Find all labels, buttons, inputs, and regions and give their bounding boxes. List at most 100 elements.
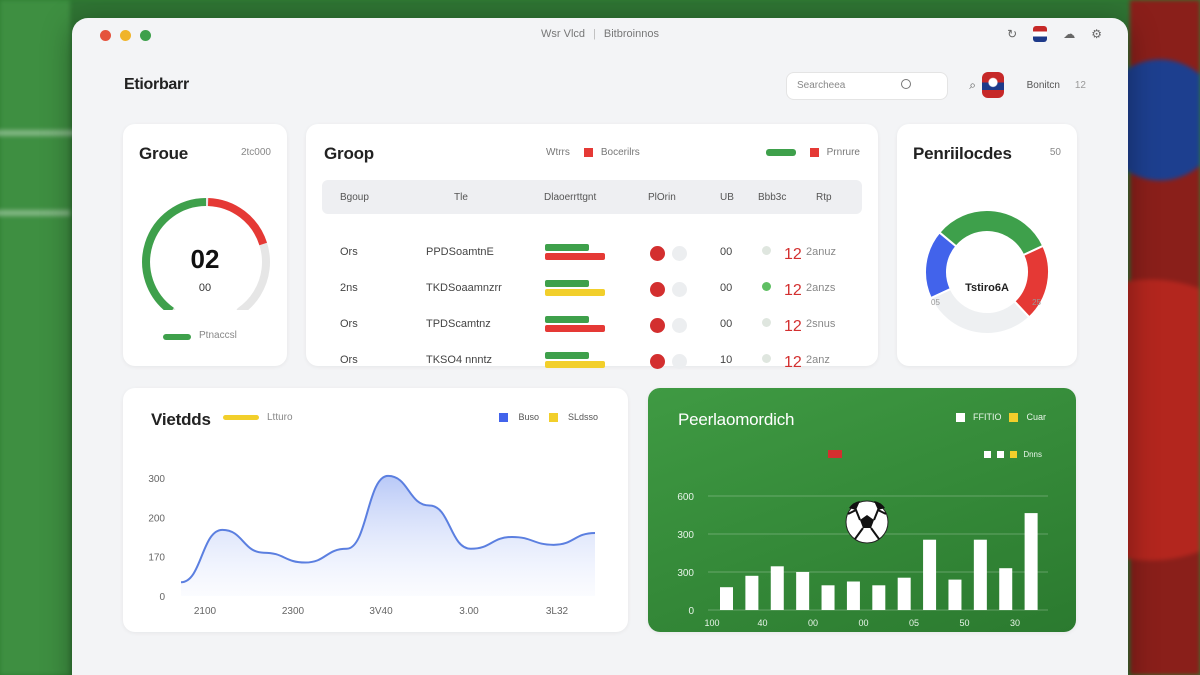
- cloud-icon[interactable]: ☁: [1063, 27, 1075, 41]
- table-row[interactable]: Ors PPDSoamtnE 00 12 2anuz: [322, 234, 862, 270]
- col-header[interactable]: PlOrin: [648, 192, 676, 203]
- legend-blue-swatch: [499, 412, 509, 422]
- legend-blue-label: Buso: [518, 412, 539, 422]
- table-row[interactable]: Ors TPDScamtnz 00 12 2snus: [322, 306, 862, 342]
- y-tick-label: 170: [148, 553, 165, 564]
- bar[interactable]: [872, 585, 886, 610]
- y-tick-label: 600: [677, 492, 694, 503]
- cell-value: 00: [720, 282, 733, 294]
- line-legend-left: Ltturo: [223, 412, 293, 423]
- donut-card-title: Penriilocdes: [913, 144, 1012, 163]
- donut-right-label: 25: [1032, 298, 1041, 307]
- red-marker: [828, 450, 842, 458]
- donut-card: Penriilocdes 50 Tstiro6A 05 25: [897, 124, 1077, 366]
- cell-group: 2ns: [340, 282, 358, 294]
- legend-red-swatch: [809, 148, 819, 157]
- donut-center-label: Tstiro6A: [965, 282, 1009, 294]
- col-header[interactable]: Tle: [454, 192, 468, 203]
- bar[interactable]: [796, 572, 810, 610]
- donut-card-subtitle: 50: [1049, 147, 1061, 158]
- col-header[interactable]: Dlaoerrttgnt: [544, 192, 596, 203]
- status-dot: [762, 354, 771, 363]
- cell-bars: [545, 280, 607, 298]
- app-header: Etiorbarr Searcheea ⌕ Bonitcn 12: [124, 72, 1088, 104]
- gauge-card: Groue 2tc000 02 00 Ptnaccsl: [123, 124, 287, 366]
- legend-white-swatch: [955, 412, 965, 422]
- status-dot-empty: [672, 246, 687, 261]
- window-title-left: Wsr Vlcd: [541, 28, 586, 40]
- col-header[interactable]: Rtp: [816, 192, 832, 203]
- y-tick-label: 300: [148, 474, 165, 485]
- y-tick-label: 300: [677, 568, 694, 579]
- donut-chart: [924, 209, 1050, 335]
- bar[interactable]: [745, 575, 759, 610]
- bar[interactable]: [720, 587, 733, 610]
- cell-group: Ors: [340, 354, 358, 366]
- cell-score: 12: [784, 282, 802, 299]
- app-window: Wsr Vlcd | Bitbroinnos ↻ ☁ ⚙ Etiorbarr Sea…: [72, 18, 1128, 675]
- bar[interactable]: [973, 539, 987, 610]
- x-tick-label: 2300: [282, 606, 305, 617]
- soccer-ball-icon: [845, 500, 889, 544]
- col-header[interactable]: Bgoup: [340, 192, 369, 203]
- username[interactable]: Bonitcn: [1027, 80, 1060, 91]
- cell-value: 00: [720, 318, 733, 330]
- bar[interactable]: [770, 566, 784, 610]
- bar-legend-secondary: Dnns: [984, 450, 1042, 459]
- donut-slice[interactable]: [929, 287, 1031, 335]
- window-titlebar: Wsr Vlcd | Bitbroinnos ↻ ☁ ⚙: [72, 18, 1128, 52]
- cell-group: Ors: [340, 318, 358, 330]
- cell-team: PPDSoamtnE: [426, 246, 494, 258]
- group-legend-a: Wtrrs Bocerilrs: [546, 147, 640, 158]
- status-dot: [762, 246, 771, 255]
- bar[interactable]: [846, 581, 860, 611]
- table-row[interactable]: Ors TKSO4 nnntz 10 12 2anz: [322, 342, 862, 378]
- col-header[interactable]: Bbb3c: [758, 192, 786, 203]
- status-dot-empty: [672, 354, 687, 369]
- legend-b-label: Bocerilrs: [600, 147, 640, 158]
- x-tick-label: 00: [858, 618, 868, 628]
- bar-legend: FFITIO Cuar: [955, 412, 1046, 422]
- bar[interactable]: [999, 568, 1013, 610]
- status-dot-red: [650, 354, 665, 369]
- legend-red-swatch: [583, 148, 593, 157]
- cell-bars: [545, 244, 607, 262]
- bar[interactable]: [1024, 513, 1038, 610]
- flag-icon[interactable]: [1033, 26, 1048, 42]
- legend-b-label: Cuar: [1026, 412, 1046, 422]
- area-fill: [181, 475, 595, 596]
- gauge-value: 02: [190, 244, 220, 274]
- status-dot-empty: [672, 318, 687, 333]
- settings-icon[interactable]: ⚙: [1091, 27, 1102, 41]
- x-tick-label: 3L32: [546, 606, 569, 617]
- group-table-card: Groop Wtrrs Bocerilrs Prnrure Bgoup Tle …: [306, 124, 878, 371]
- bar-chart-card: 0 300 300 600 100 40 00 00 05 50 30 Peerlaomordich…: [648, 388, 1076, 632]
- avatar[interactable]: [982, 72, 1004, 98]
- y-tick-label: 0: [159, 592, 165, 603]
- bar[interactable]: [948, 579, 962, 610]
- y-tick-label: 200: [148, 513, 165, 524]
- status-dot-red: [650, 246, 665, 261]
- refresh-icon[interactable]: ↻: [1007, 27, 1017, 41]
- legend-yellow-swatch: [548, 412, 558, 422]
- gauge-sub-value: 00: [198, 282, 212, 294]
- col-header[interactable]: UB: [720, 192, 734, 203]
- cell-bars: [545, 352, 607, 370]
- bar[interactable]: [897, 577, 911, 610]
- bar[interactable]: [821, 585, 835, 610]
- search-input[interactable]: Searcheea: [786, 72, 948, 100]
- line-legend-right: Buso SLdsso: [499, 412, 598, 422]
- cell-value: 00: [720, 246, 733, 258]
- status-dot: [762, 282, 771, 291]
- legend-c-label: Prnrure: [826, 147, 860, 158]
- bar[interactable]: [923, 539, 937, 610]
- status-dot: [762, 318, 771, 327]
- gauge-card-title: Groue: [139, 144, 189, 163]
- y-tick-label: 0: [688, 606, 694, 617]
- cell-group: Ors: [340, 246, 358, 258]
- search-button[interactable]: ⌕: [969, 78, 976, 93]
- cell-score: 12: [784, 318, 802, 335]
- donut-left-label: 05: [931, 298, 940, 307]
- status-dot-red: [650, 318, 665, 333]
- table-row[interactable]: 2ns TKDSoaamnzrr 00 12 2anzs: [322, 270, 862, 306]
